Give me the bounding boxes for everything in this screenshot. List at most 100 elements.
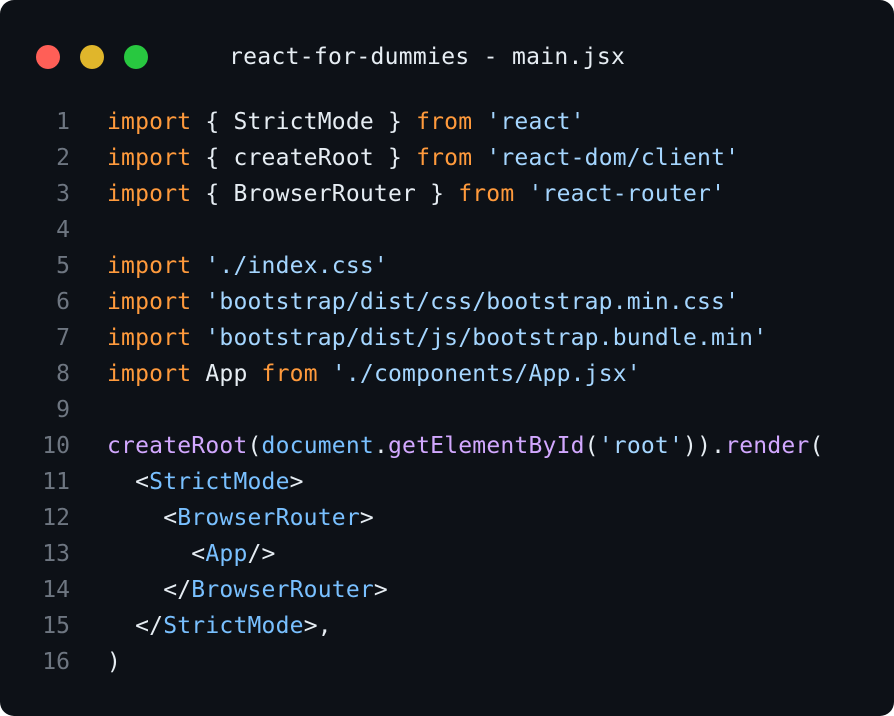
code-window: react-for-dummies - main.jsx 1 import { S… [0, 0, 894, 716]
plain-token: </ [107, 577, 192, 603]
line-number: 12 [42, 505, 70, 531]
keyword-token: import [107, 109, 192, 135]
code-line[interactable]: 8 import App from './components/App.jsx' [0, 356, 894, 392]
keyword-token: from [416, 109, 473, 135]
identifier-token: StrictMode [163, 613, 304, 639]
keyword-token: import [107, 181, 192, 207]
plain-token: ) [107, 649, 122, 675]
identifier-token: App [205, 541, 248, 567]
plain-token: /> [247, 541, 276, 567]
plain-token: > [289, 469, 304, 495]
keyword-token: from [458, 181, 515, 207]
code-text: import 'bootstrap/dist/css/bootstrap.min… [107, 284, 739, 320]
code-line[interactable]: 6 import 'bootstrap/dist/css/bootstrap.mi… [0, 284, 894, 320]
plain-token: </ [107, 613, 164, 639]
line-number: 2 [56, 145, 70, 171]
code-text: import 'bootstrap/dist/js/bootstrap.bund… [107, 320, 767, 356]
code-line[interactable]: 4 [0, 212, 894, 248]
code-line[interactable]: 1 import { StrictMode } from 'react' [0, 104, 894, 140]
code-text: <StrictMode> [107, 464, 304, 500]
code-line[interactable]: 14 </BrowserRouter> [0, 572, 894, 608]
line-number: 16 [42, 649, 70, 675]
code-line[interactable]: 7 import 'bootstrap/dist/js/bootstrap.bun… [0, 320, 894, 356]
line-number: 15 [42, 613, 70, 639]
code-text: import { BrowserRouter } from 'react-rou… [107, 176, 725, 212]
line-number: 10 [42, 433, 70, 459]
keyword-token: import [107, 325, 192, 351]
string-token: './index.css' [205, 253, 388, 279]
title-bar: react-for-dummies - main.jsx [0, 0, 894, 100]
close-button[interactable] [36, 45, 60, 69]
plain-token: { createRoot } [191, 145, 417, 171]
plain-token: ( [584, 433, 599, 459]
plain-token: ( [247, 433, 262, 459]
keyword-token: from [416, 145, 473, 171]
code-text: </BrowserRouter> [107, 572, 388, 608]
plain-token: { StrictMode } [191, 109, 417, 135]
code-text: <BrowserRouter> [107, 500, 374, 536]
code-text: import App from './components/App.jsx' [107, 356, 641, 392]
string-token: 'root' [598, 433, 684, 459]
code-line[interactable]: 15 </StrictMode>, [0, 608, 894, 644]
plain-token: < [107, 505, 178, 531]
maximize-button[interactable] [124, 45, 148, 69]
code-editor[interactable]: 1 import { StrictMode } from 'react' 2 impo… [0, 104, 894, 680]
code-text: import { StrictMode } from 'react' [107, 104, 585, 140]
code-text: createRoot(document.getElementById('root… [107, 428, 824, 464]
code-line[interactable]: 9 [0, 392, 894, 428]
code-line[interactable]: 11 <StrictMode> [0, 464, 894, 500]
code-text: import { createRoot } from 'react-dom/cl… [107, 140, 739, 176]
identifier-token: StrictMode [149, 469, 290, 495]
code-text: ) [107, 644, 121, 680]
plain-token: < [107, 541, 206, 567]
identifier-token: BrowserRouter [191, 577, 374, 603]
function-token: createRoot [107, 433, 248, 459]
code-line[interactable]: 16) [0, 644, 894, 680]
line-number: 8 [56, 361, 70, 387]
minimize-button[interactable] [80, 45, 104, 69]
line-number: 7 [56, 325, 70, 351]
keyword-token: import [107, 361, 192, 387]
code-line[interactable]: 3 import { BrowserRouter } from 'react-ro… [0, 176, 894, 212]
plain-token: > [359, 505, 374, 531]
keyword-token: import [107, 253, 192, 279]
code-line[interactable]: 2 import { createRoot } from 'react-dom/c… [0, 140, 894, 176]
plain-token: >, [303, 613, 332, 639]
keyword-token: import [107, 145, 192, 171]
line-number: 9 [56, 397, 70, 423]
plain-token: { BrowserRouter } [191, 181, 459, 207]
string-token: 'react-dom/client' [486, 145, 740, 171]
identifier-token: BrowserRouter [177, 505, 360, 531]
plain-token: )). [683, 433, 726, 459]
line-number: 13 [42, 541, 70, 567]
line-number: 14 [42, 577, 70, 603]
code-text: <App/> [107, 536, 276, 572]
code-line[interactable]: 13 <App/> [0, 536, 894, 572]
code-text: import './index.css' [107, 248, 388, 284]
string-token: 'react' [486, 109, 585, 135]
line-number: 4 [56, 217, 70, 243]
identifier-token: document [261, 433, 374, 459]
line-number: 6 [56, 289, 70, 315]
code-text: </StrictMode>, [107, 608, 332, 644]
code-line[interactable]: 10 createRoot(document.getElementById('ro… [0, 428, 894, 464]
string-token: 'bootstrap/dist/css/bootstrap.min.css' [205, 289, 740, 315]
code-line[interactable]: 12 <BrowserRouter> [0, 500, 894, 536]
line-number: 1 [56, 109, 70, 135]
function-token: getElementById [388, 433, 585, 459]
line-number: 3 [56, 181, 70, 207]
string-token: './components/App.jsx' [331, 361, 641, 387]
code-line[interactable]: 5 import './index.css' [0, 248, 894, 284]
plain-token: App [191, 361, 262, 387]
string-token: 'react-router' [528, 181, 726, 207]
plain-token: > [373, 577, 388, 603]
keyword-token: import [107, 289, 192, 315]
line-number: 5 [56, 253, 70, 279]
